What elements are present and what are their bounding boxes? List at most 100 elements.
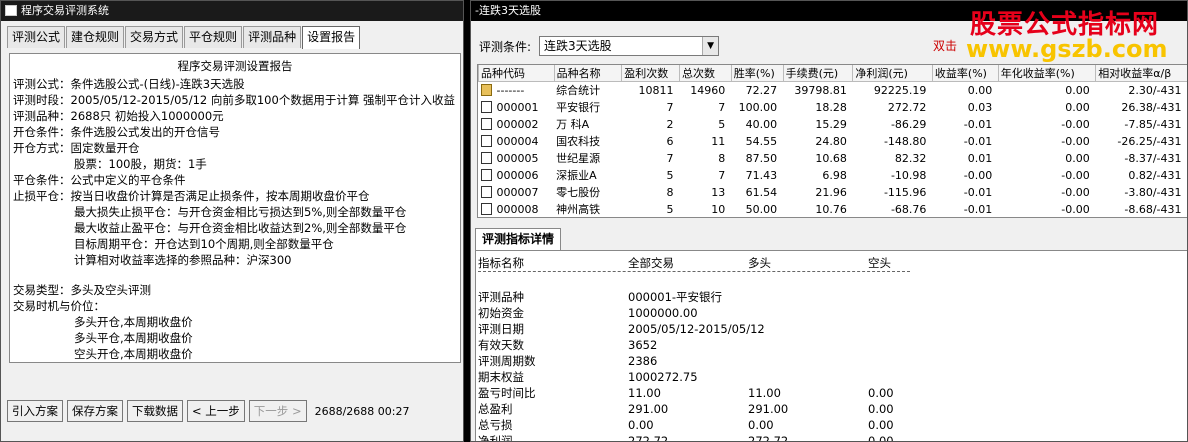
- detail-all: 2005/05/12-2015/05/12: [628, 322, 765, 336]
- report-line: 开仓条件：条件选股公式发出的开仓信号: [13, 125, 220, 139]
- chevron-down-icon[interactable]: ▼: [702, 37, 719, 55]
- cell-rel: 2.30/-431: [1096, 82, 1187, 99]
- detail-short: 0.00: [868, 402, 894, 416]
- col-header-annual[interactable]: 年化收益率(%): [997, 65, 1097, 82]
- report-line: 交易类型：多头及空头评测: [13, 283, 151, 297]
- cell-text: 21.96: [815, 185, 847, 199]
- cell-total: 5: [679, 116, 731, 133]
- cell-text: 世纪星源: [556, 152, 601, 165]
- tab-report[interactable]: 设置报告: [302, 26, 361, 49]
- table-row[interactable]: 000005 世纪星源 7 8 87.50 10.68 82.32 0.01 0.00 -8.37…: [479, 150, 1188, 167]
- cell-text: 6: [666, 134, 674, 148]
- results-table: 品种代码 品种名称 盈利次数 总次数 胜率(%) 手续费(元) 净利润(元) 收…: [477, 64, 1188, 218]
- save-plan-button[interactable]: 保存方案: [67, 400, 123, 422]
- document-icon: [480, 202, 492, 215]
- cell-win: 6: [622, 133, 680, 150]
- cell-text: 000007: [496, 185, 539, 199]
- tab-close-rules[interactable]: 平仓规则: [184, 26, 243, 48]
- col-header-code[interactable]: 品种代码: [478, 65, 555, 82]
- cell-profit: -86.29: [853, 116, 933, 133]
- cell-text: 0.00: [1065, 100, 1090, 114]
- col-header-fee[interactable]: 手续费(元): [782, 65, 854, 82]
- cell-profit: 272.72: [853, 99, 933, 116]
- cell-text: 10811: [638, 83, 674, 97]
- cell-total: 7: [679, 99, 731, 116]
- cell-text: 零七股份: [556, 186, 601, 199]
- col-header-win[interactable]: 盈利次数: [621, 65, 680, 82]
- cell-rate: 54.55: [731, 133, 783, 150]
- cell-text: 5: [666, 202, 674, 216]
- cell-code: -------: [479, 82, 555, 99]
- settings-report: 程序交易评测设置报告 评测公式：条件选股公式-(日线)-连跌3天选股 评测时段：…: [9, 53, 461, 363]
- progress-counter: 2688/2688 00:27: [314, 404, 410, 418]
- cell-win: 7: [622, 150, 680, 167]
- col-header-profit[interactable]: 净利润(元): [852, 65, 933, 82]
- criteria-select[interactable]: 连跌3天选股 ▼: [539, 36, 720, 56]
- cell-profit: 92225.19: [853, 82, 933, 99]
- col-header-return[interactable]: 收益率(%): [931, 65, 999, 82]
- cell-win: 5: [622, 201, 680, 218]
- col-header-rate[interactable]: 胜率(%): [730, 65, 784, 82]
- table-row[interactable]: 000007 零七股份 8 13 61.54 21.96 -115.96 -0.01 -0.00…: [479, 184, 1188, 201]
- cell-name: 神州高铁: [554, 201, 622, 218]
- detail-all: 0.00: [628, 418, 654, 432]
- detail-all: 2386: [628, 354, 658, 368]
- cell-total: 7: [679, 167, 731, 184]
- tab-trade-mode[interactable]: 交易方式: [125, 26, 184, 48]
- import-plan-button[interactable]: 引入方案: [7, 400, 63, 422]
- detail-name: 净利润: [478, 434, 513, 442]
- cell-code: 000001: [479, 99, 555, 116]
- cell-text: 000001: [496, 100, 539, 114]
- cell-text: 40.00: [745, 117, 778, 131]
- cell-text: 平安银行: [556, 101, 601, 114]
- cell-text: 8: [666, 185, 674, 199]
- detail-name: 评测品种: [478, 290, 524, 304]
- detail-name: 评测日期: [478, 322, 524, 336]
- cell-code: 000008: [479, 201, 555, 218]
- cell-profit: -148.80: [853, 133, 933, 150]
- detail-name: 总亏损: [478, 418, 513, 432]
- table-row[interactable]: 000008 神州高铁 5 10 50.00 10.76 -68.76 -0.01 -0.00 -…: [479, 201, 1188, 218]
- cell-name: 深振业A: [554, 167, 622, 184]
- cell-text: 87.50: [745, 151, 778, 165]
- cell-text: -0.00: [963, 168, 993, 182]
- metric-details-panel: 指标名称 全部交易 多头 空头 评测品种 000001-平安银行 初始资金 10000…: [475, 250, 1187, 442]
- tab-metric-details[interactable]: 评测指标详情: [475, 228, 562, 250]
- tab-formula[interactable]: 评测公式: [7, 26, 66, 48]
- cell-ret: 0.01: [932, 150, 998, 167]
- cell-text: 0.00: [967, 83, 993, 97]
- prev-step-button[interactable]: < 上一步: [187, 400, 245, 422]
- cell-code: 000007: [479, 184, 555, 201]
- cell-text: -10.98: [890, 168, 927, 182]
- detail-long: 11.00: [748, 386, 781, 400]
- table-row[interactable]: 000006 深振业A 5 7 71.43 6.98 -10.98 -0.00 -0.00 0.8…: [479, 167, 1188, 184]
- col-header-name[interactable]: 品种名称: [553, 65, 623, 82]
- col-header-relative[interactable]: 相对收益率α/β: [1095, 65, 1187, 82]
- cell-text: 82.32: [894, 151, 927, 165]
- cell-ret: -0.00: [932, 167, 998, 184]
- cell-text: 18.28: [815, 100, 847, 114]
- tab-open-rules[interactable]: 建仓规则: [66, 26, 125, 48]
- app-icon: [5, 5, 17, 16]
- report-line: 多头平仓,本周期收盘价: [74, 331, 193, 345]
- cell-text: -115.96: [883, 185, 927, 199]
- detail-name: 盈亏时间比: [478, 386, 536, 400]
- cell-rate: 50.00: [731, 201, 783, 218]
- cell-text: 000002: [496, 117, 539, 131]
- cell-text: -148.80: [883, 134, 927, 148]
- cell-text: 000005: [496, 151, 539, 165]
- next-step-button[interactable]: 下一步 >: [248, 400, 307, 422]
- cell-text: -26.25/-431: [1117, 134, 1182, 148]
- cell-rate: 40.00: [731, 116, 783, 133]
- table-row[interactable]: 000004 国农科技 6 11 54.55 24.80 -148.80 -0.01 -0.00…: [479, 133, 1188, 150]
- tab-instruments[interactable]: 评测品种: [243, 26, 302, 48]
- cell-text: 6.98: [822, 168, 847, 182]
- col-header-total[interactable]: 总次数: [678, 65, 732, 82]
- cell-code: 000005: [479, 150, 555, 167]
- table-row[interactable]: ------- 综合统计 10811 14960 72.27 39798.81 92225.…: [479, 82, 1188, 99]
- table-row[interactable]: 000001 平安银行 7 7 100.00 18.28 272.72 0.03 0.00 26.…: [479, 99, 1188, 116]
- table-row[interactable]: 000002 万 科A 2 5 40.00 15.29 -86.29 -0.01 -0.00 -7…: [479, 116, 1188, 133]
- cell-text: 国农科技: [556, 135, 601, 148]
- cell-text: 13: [711, 185, 726, 199]
- download-data-button[interactable]: 下载数据: [127, 400, 183, 422]
